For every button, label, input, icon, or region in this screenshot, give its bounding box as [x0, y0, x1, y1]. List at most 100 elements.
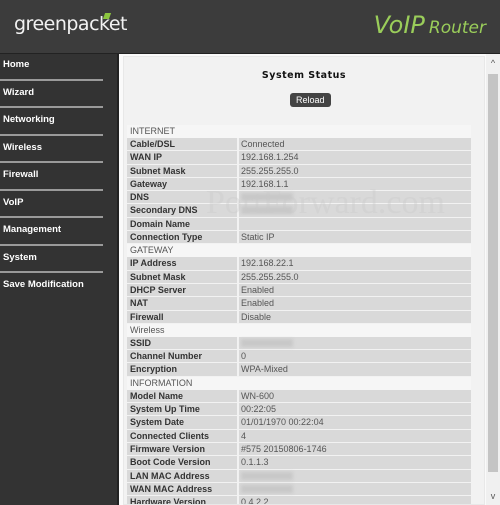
sidebar-item-save-modification[interactable]: Save Modification [0, 274, 117, 302]
table-row: IP Address 192.168.22.1 [127, 257, 471, 271]
sidebar-item-label: Save Modification [3, 279, 84, 290]
row-value: #575 20150806-1746 [239, 442, 471, 457]
row-value [239, 191, 471, 205]
row-value: Enabled [239, 297, 471, 311]
sidebar-item-management[interactable]: Management [0, 219, 117, 247]
main-content: System Status Reload INTERNET Cable/DSL Co… [117, 54, 486, 505]
table-row: Gateway 192.168.1.1 [127, 177, 471, 192]
redacted-value [241, 193, 293, 202]
table-row: Subnet Mask 255.255.255.0 [127, 164, 471, 178]
table-row: DNS [127, 191, 471, 205]
row-value: Connected [239, 138, 471, 152]
row-value [239, 482, 471, 497]
table-row: WAN MAC Address [127, 482, 471, 497]
redacted-value [241, 484, 293, 493]
sidebar-item-label: System [3, 251, 37, 263]
row-label: Boot Code Version [127, 456, 239, 470]
table-row: System Up Time 00:22:05 [127, 403, 471, 417]
brand-sub: Router [428, 18, 486, 38]
table-row: Domain Name [127, 217, 471, 232]
table-row: NAT Enabled [127, 297, 471, 311]
row-label: System Up Time [127, 403, 239, 417]
table-row: System Date 01/01/1970 00:22:04 [127, 416, 471, 430]
row-value: Static IP [239, 231, 471, 245]
row-label: Firmware Version [127, 442, 239, 457]
row-label: Hardware Version [127, 496, 239, 504]
redacted-value [241, 338, 293, 347]
row-label: Cable/DSL [127, 138, 239, 152]
sidebar-divider [0, 78, 103, 81]
sidebar-item-home[interactable]: Home [0, 54, 117, 82]
table-row: LAN MAC Address [127, 469, 471, 483]
row-value: 192.168.1.254 [239, 151, 471, 165]
sidebar-item-firewall[interactable]: Firewall [0, 164, 117, 192]
row-label: DNS [127, 191, 239, 205]
table-row: Connection Type Static IP [127, 231, 471, 245]
row-label: DHCP Server [127, 283, 239, 298]
row-label: Firewall [127, 310, 239, 324]
row-value [239, 336, 471, 351]
sidebar-divider [0, 106, 103, 108]
table-row: Firewall Disable [127, 310, 471, 324]
row-value: 01/01/1970 00:22:04 [239, 416, 471, 430]
status-panel: System Status Reload INTERNET Cable/DSL Co… [123, 56, 485, 505]
row-value [239, 469, 471, 483]
section-header: INTERNET [127, 125, 471, 138]
row-label: Connection Type [127, 231, 239, 245]
row-value: 0.1.1.3 [239, 456, 471, 470]
header: greenpacket VoIP Router [0, 0, 500, 54]
row-label: IP Address [127, 257, 239, 271]
sidebar-item-label: VoIP [3, 196, 24, 208]
redacted-value [241, 471, 293, 480]
row-label: NAT [127, 297, 239, 311]
sidebar-item-wireless[interactable]: Wireless [0, 137, 117, 165]
row-value: 192.168.22.1 [239, 257, 471, 271]
row-label: Encryption [127, 363, 239, 377]
row-label: SSID [127, 336, 239, 351]
sidebar-item-system[interactable]: System [0, 247, 117, 275]
sidebar-divider [0, 243, 103, 246]
row-label: Connected Clients [127, 429, 239, 443]
row-label: Domain Name [127, 217, 239, 232]
status-table: INTERNET Cable/DSL Connected WAN IP 192.168.… [127, 125, 471, 504]
section-header: Wireless [127, 323, 471, 337]
row-label: WAN MAC Address [127, 482, 239, 497]
sidebar-item-wizard[interactable]: Wizard [0, 82, 117, 110]
reload-button[interactable]: Reload [290, 93, 331, 107]
row-label: Subnet Mask [127, 270, 239, 284]
row-label: Channel Number [127, 350, 239, 364]
table-row: Boot Code Version 0.1.1.3 [127, 456, 471, 470]
row-value: 0 [239, 350, 471, 364]
scroll-up-icon[interactable]: ^ [486, 56, 500, 70]
table-row: WAN IP 192.168.1.254 [127, 151, 471, 165]
table-row: Model Name WN-600 [127, 389, 471, 404]
row-value [239, 217, 471, 232]
row-value: WN-600 [239, 389, 471, 404]
table-row: SSID [127, 336, 471, 351]
product-brand: VoIP Router [374, 11, 486, 39]
row-value: 4 [239, 429, 471, 443]
sidebar-nav: Home Wizard Networking Wireless Firewall VoIP… [0, 54, 117, 505]
table-row: Connected Clients 4 [127, 429, 471, 443]
row-value: Enabled [239, 283, 471, 298]
section-header: GATEWAY [127, 244, 471, 258]
sidebar-item-label: Management [3, 224, 62, 235]
row-label: Model Name [127, 389, 239, 404]
row-value: 0.4.2.2 [239, 496, 471, 504]
scroll-down-icon[interactable]: v [486, 489, 500, 503]
table-row: Hardware Version 0.4.2.2 [127, 496, 471, 504]
row-label: Secondary DNS [127, 204, 239, 218]
scrollbar[interactable]: ^ v [486, 54, 500, 505]
sidebar-item-label: Firewall [3, 169, 39, 180]
sidebar-divider [0, 133, 103, 136]
sidebar-item-voip[interactable]: VoIP [0, 192, 117, 220]
scrollbar-thumb[interactable] [488, 74, 498, 472]
redacted-value [241, 206, 293, 215]
row-label: WAN IP [127, 151, 239, 165]
brand-main: VoIP [373, 11, 425, 39]
sidebar-divider [0, 271, 103, 273]
sidebar-item-label: Wizard [3, 86, 35, 98]
sidebar-item-networking[interactable]: Networking [0, 109, 117, 137]
row-value [239, 204, 471, 218]
sidebar-divider [0, 188, 103, 191]
